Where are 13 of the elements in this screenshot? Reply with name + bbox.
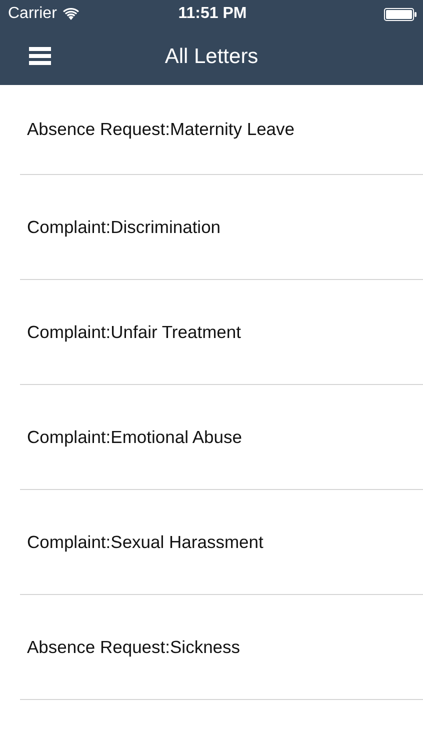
wifi-icon [62, 8, 79, 20]
screen-title: All Letters [164, 44, 258, 68]
letter-item[interactable]: Complaint:Unfair Treatment [20, 280, 423, 385]
menu-icon [29, 47, 51, 65]
battery-icon [384, 8, 417, 20]
letter-item[interactable]: Complaint:Discrimination [20, 175, 423, 280]
carrier-label: Carrier [8, 5, 57, 23]
clock: 11:51 PM [178, 5, 247, 23]
letter-item[interactable]: Complaint:Emotional Abuse [20, 385, 423, 490]
letter-item[interactable]: Complaint:Sexual Harassment [20, 490, 423, 595]
letter-item[interactable]: Absence Request:Maternity Leave [20, 85, 423, 175]
letter-item[interactable]: Absence Request:Sickness [20, 595, 423, 700]
menu-button[interactable] [29, 47, 51, 65]
